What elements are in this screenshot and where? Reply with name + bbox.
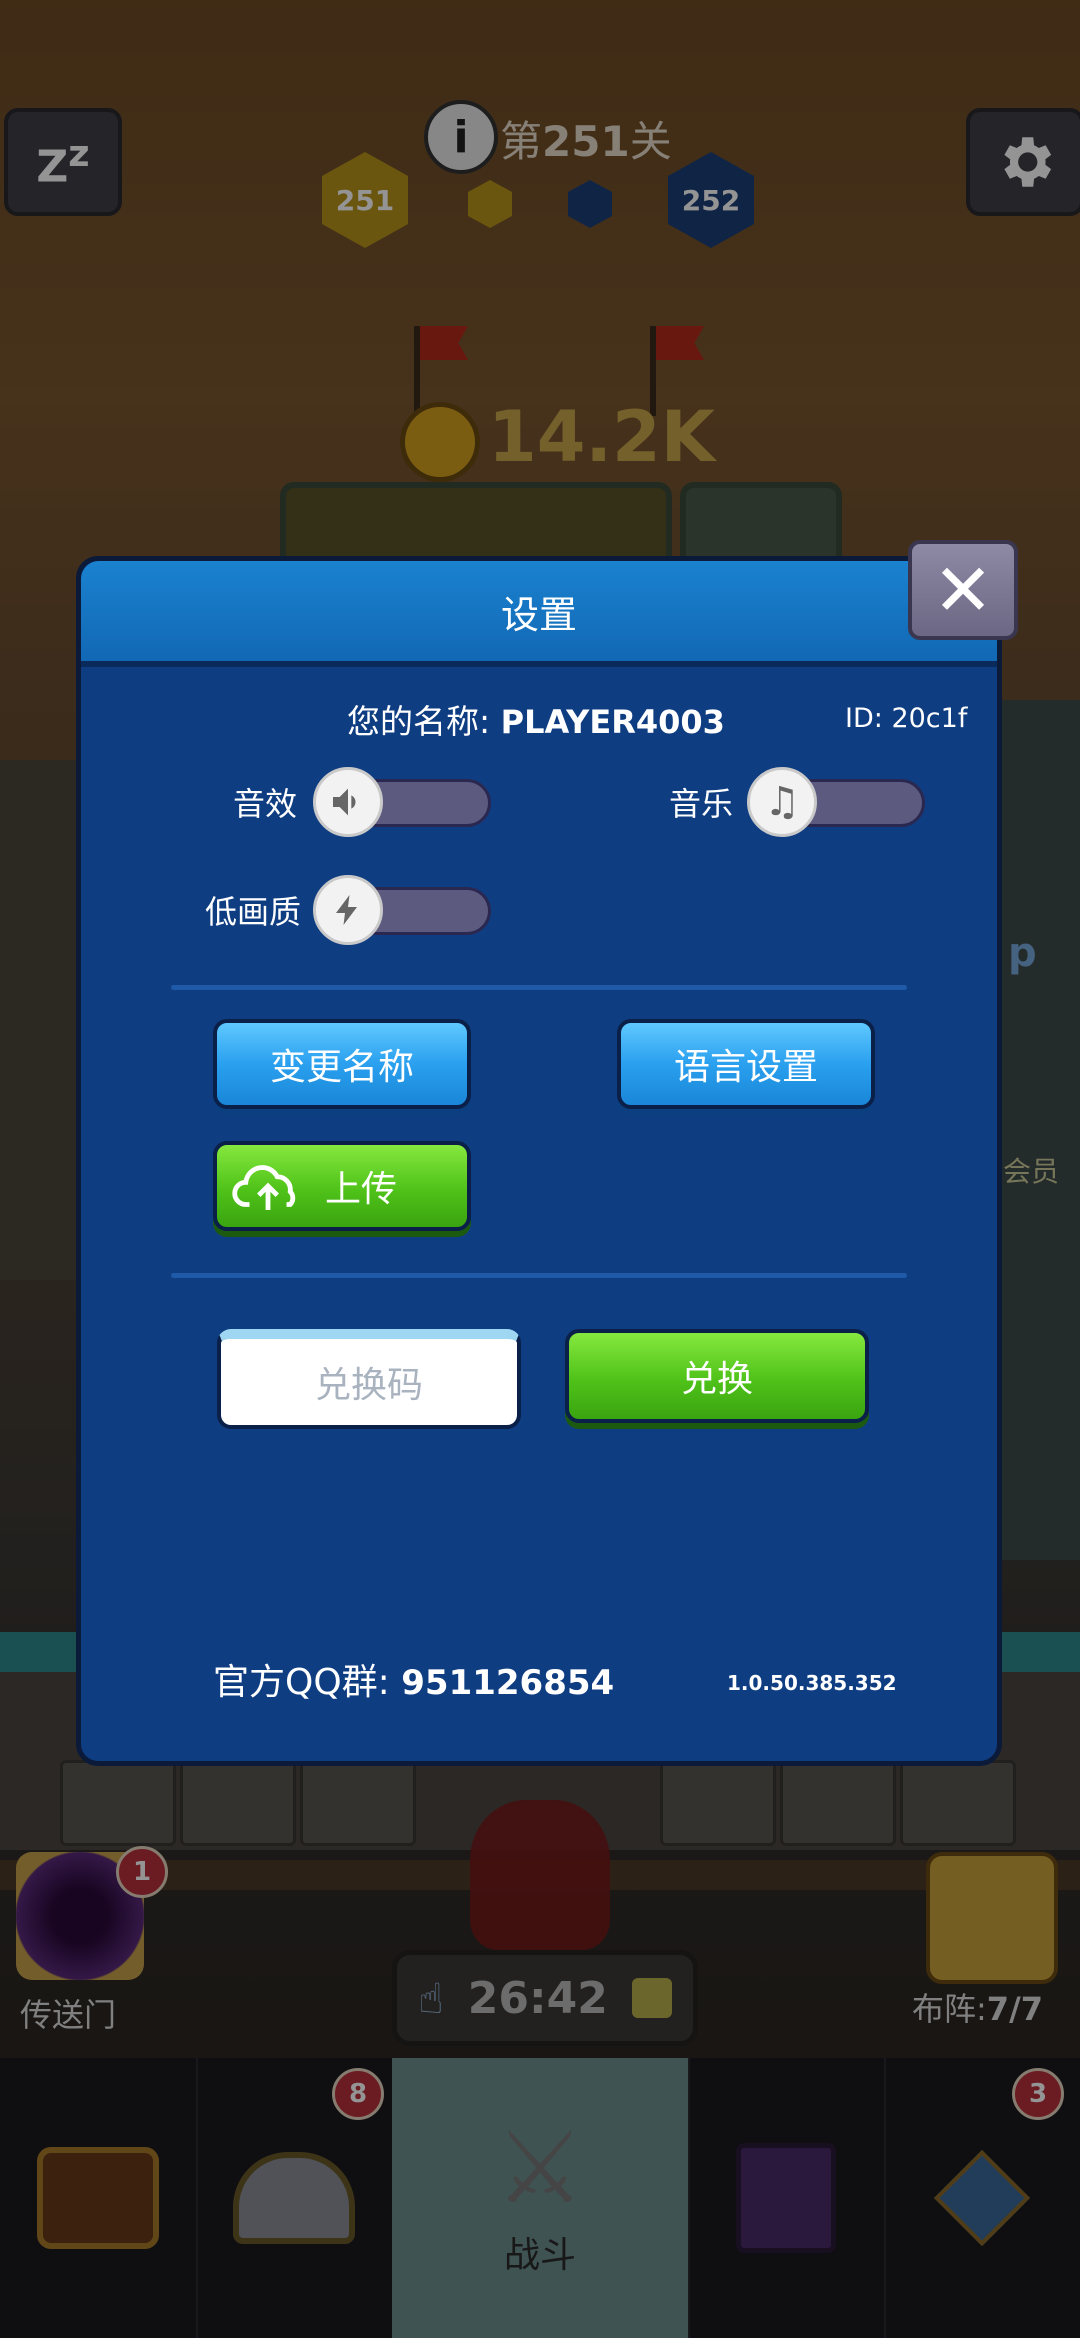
player-id-row: ID: 20c1f: [845, 703, 967, 734]
player-name-row: 您的名称: PLAYER4003: [347, 695, 725, 743]
dialog-title: 设置: [500, 592, 577, 637]
divider-bottom: [171, 1273, 907, 1278]
redeem-button-label: 兑换: [680, 1359, 753, 1400]
upload-button[interactable]: 上传: [213, 1141, 471, 1231]
close-button[interactable]: ✕: [908, 540, 1018, 640]
low-quality-label: 低画质: [205, 893, 302, 931]
upload-button-label: 上传: [325, 1169, 398, 1210]
version-text: 1.0.50.385.352: [727, 1671, 897, 1695]
sfx-label: 音效: [233, 785, 298, 823]
qq-group-label: 官方QQ群:: [213, 1662, 390, 1703]
divider-top: [171, 985, 907, 990]
player-name: PLAYER4003: [500, 703, 725, 741]
close-icon: ✕: [932, 548, 994, 632]
id-value: 20c1f: [891, 703, 968, 734]
lightning-icon[interactable]: [313, 875, 383, 945]
redeem-placeholder: 兑换码: [314, 1365, 423, 1406]
music-label: 音乐: [669, 785, 734, 823]
redeem-code-input[interactable]: 兑换码: [217, 1329, 521, 1429]
cloud-upload-icon: [232, 1165, 296, 1211]
id-label: ID:: [845, 703, 883, 734]
language-settings-button[interactable]: 语言设置: [617, 1019, 875, 1109]
settings-dialog: 设置 您的名称: PLAYER4003 ID: 20c1f 音效 音乐 ♫ 低画…: [76, 556, 1002, 1766]
rename-button[interactable]: 变更名称: [213, 1019, 471, 1109]
language-button-label: 语言设置: [673, 1047, 818, 1088]
music-note-icon[interactable]: ♫: [747, 767, 817, 837]
dialog-header: 设置: [81, 561, 997, 667]
qq-group-row: 官方QQ群: 951126854: [213, 1653, 614, 1705]
rename-button-label: 变更名称: [269, 1047, 414, 1088]
redeem-button[interactable]: 兑换: [565, 1329, 869, 1423]
name-label: 您的名称:: [347, 702, 491, 741]
qq-group-number: 951126854: [401, 1663, 615, 1703]
speaker-icon[interactable]: [313, 767, 383, 837]
